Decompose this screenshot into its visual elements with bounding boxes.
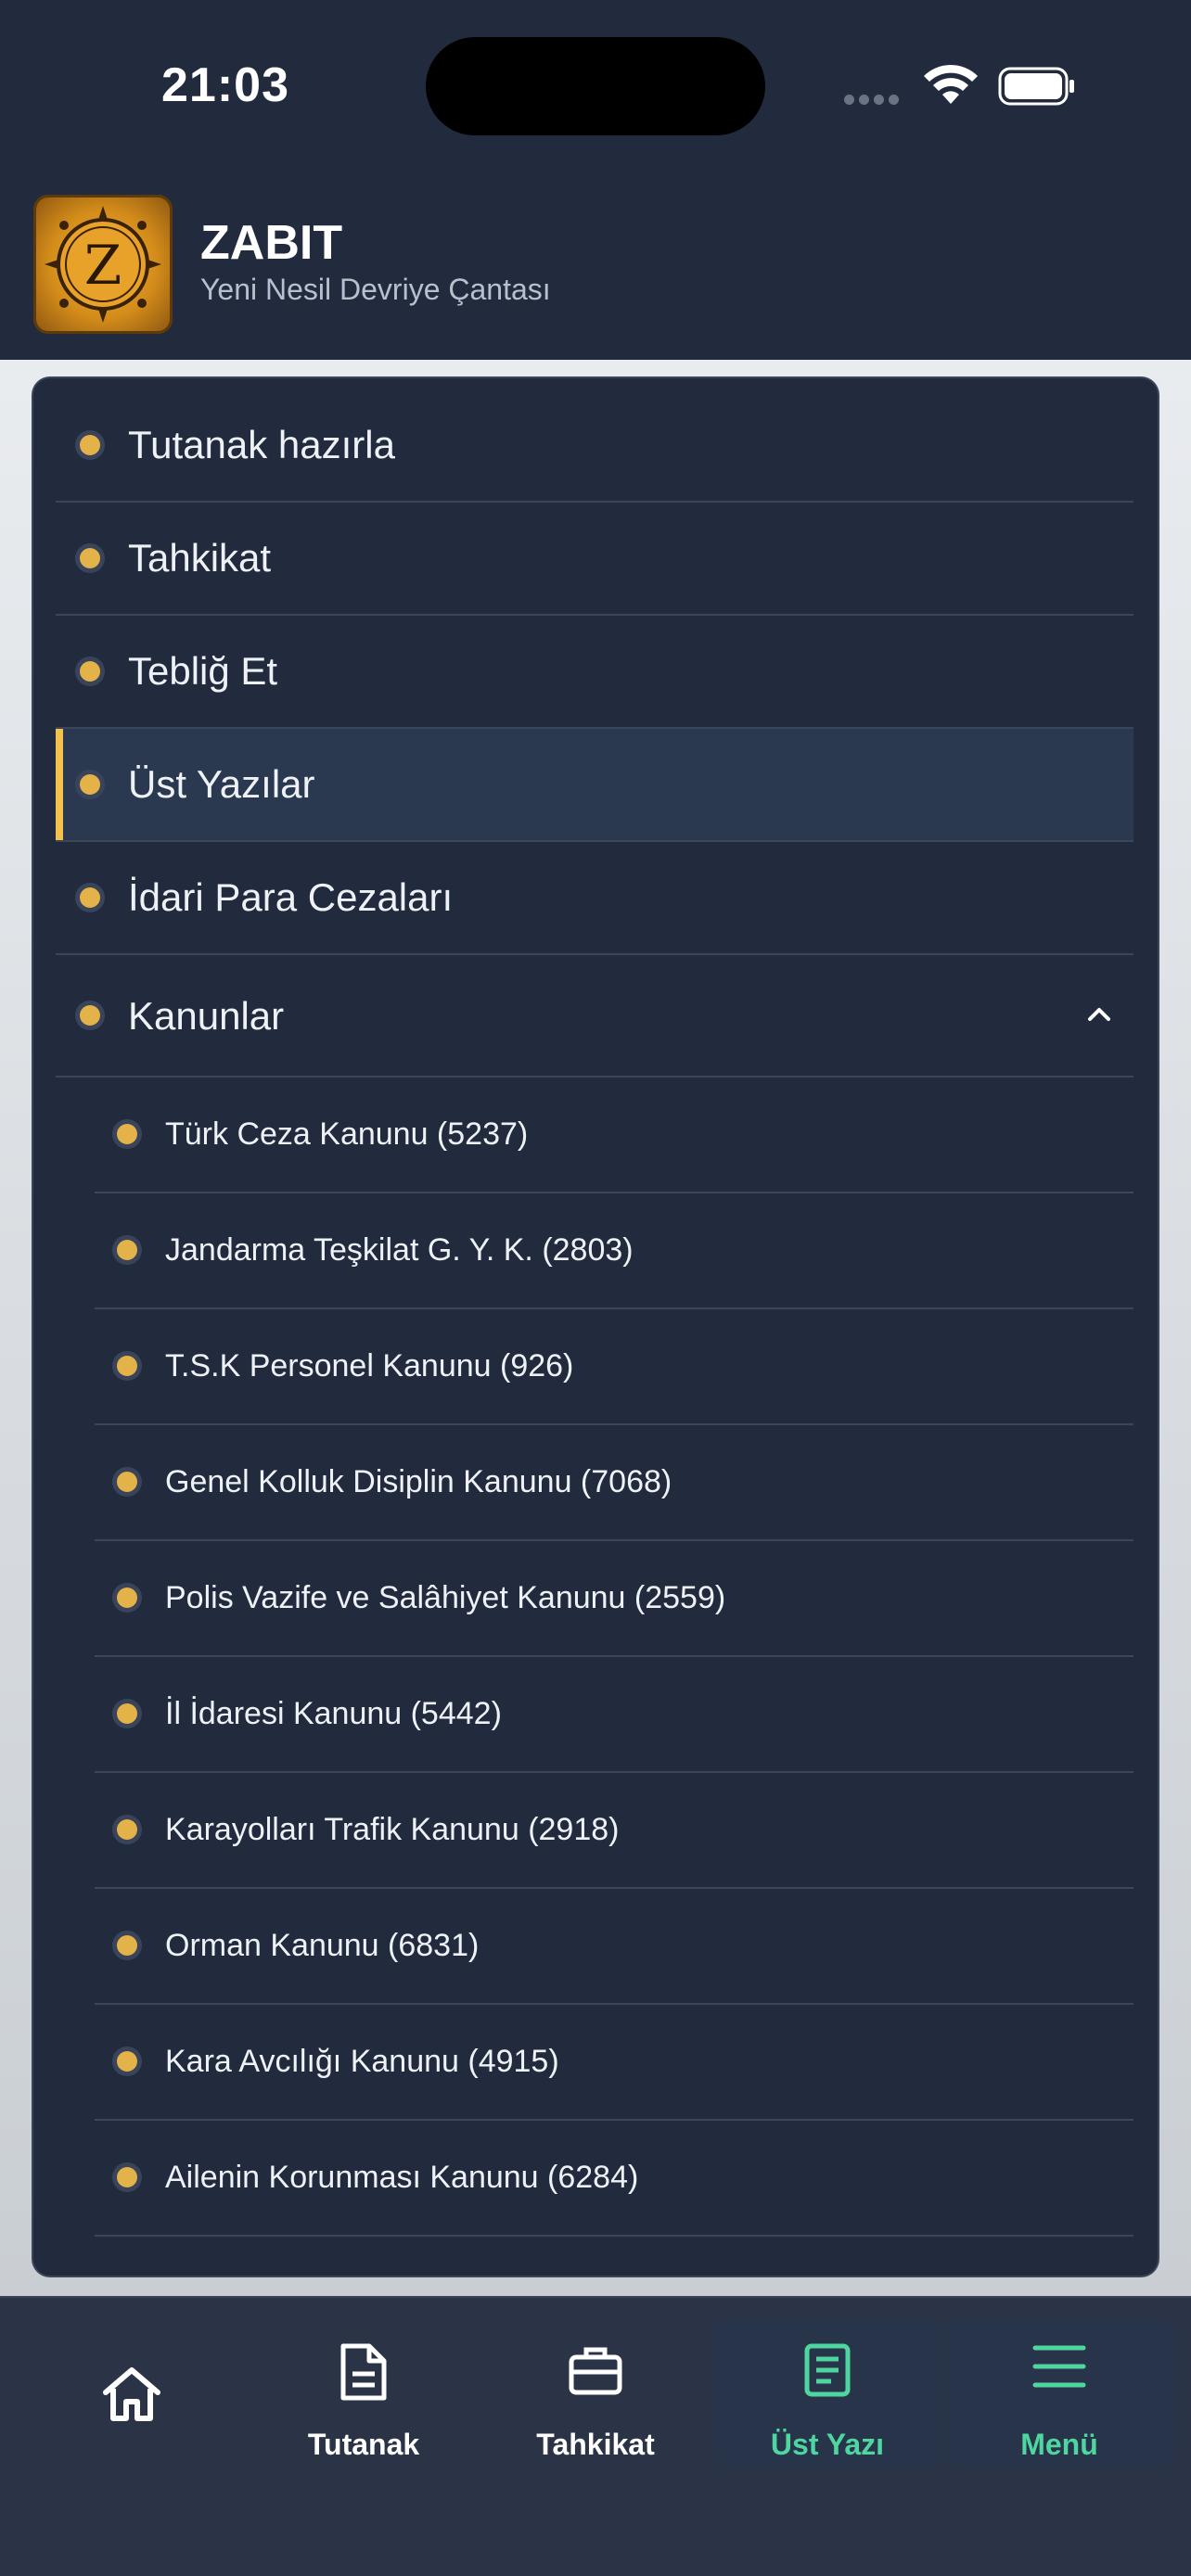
- law-item-label: Türk Ceza Kanunu (5237): [165, 1116, 529, 1152]
- nav-label: Tutanak: [307, 2428, 420, 2461]
- bullet-icon: [117, 1935, 137, 1956]
- chevron-up-icon[interactable]: [1087, 1001, 1111, 1026]
- law-item-label: Karayolları Trafik Kanunu (2918): [165, 1812, 620, 1847]
- bullet-icon: [117, 1240, 137, 1260]
- nav-ust-yazi[interactable]: Üst Yazı: [712, 2318, 942, 2467]
- note-icon: [804, 2343, 851, 2397]
- bullet-icon: [117, 2167, 137, 2187]
- menu-item-idari-para-cezalari[interactable]: İdari Para Cezaları: [56, 842, 1133, 955]
- law-item[interactable]: Ailenin Korunması Kanunu (6284): [95, 2121, 1133, 2237]
- hamburger-icon: [1032, 2345, 1086, 2388]
- app-logo: Z: [33, 195, 173, 334]
- menu-item-tahkikat[interactable]: Tahkikat: [56, 503, 1133, 616]
- bullet-icon: [117, 1819, 137, 1840]
- law-item[interactable]: T.S.K Personel Kanunu (926): [95, 1309, 1133, 1425]
- law-item[interactable]: Türk Ceza Kanunu (5237): [95, 1078, 1133, 1193]
- bullet-icon: [80, 435, 100, 455]
- menu-item-label: Tutanak hazırla: [128, 423, 395, 466]
- bullet-icon: [80, 887, 100, 908]
- law-item[interactable]: Polis Vazife ve Salâhiyet Kanunu (2559): [95, 1541, 1133, 1657]
- bullet-icon: [117, 1703, 137, 1724]
- law-item-label: Jandarma Teşkilat G. Y. K. (2803): [165, 1232, 634, 1268]
- law-item[interactable]: Genel Kolluk Disiplin Kanunu (7068): [95, 1425, 1133, 1541]
- law-item[interactable]: İl İdaresi Kanunu (5442): [95, 1657, 1133, 1773]
- menu-item-label: Tahkikat: [128, 536, 272, 580]
- law-item-label: Ailenin Korunması Kanunu (6284): [165, 2160, 639, 2195]
- nav-label: Üst Yazı: [770, 2428, 885, 2461]
- app-title: ZABIT: [200, 216, 343, 270]
- menu-item-ust-yazilar[interactable]: Üst Yazılar: [56, 729, 1133, 842]
- bullet-icon: [80, 661, 100, 682]
- bullet-icon: [117, 1356, 137, 1376]
- menu-item-label: Tebliğ Et: [128, 649, 278, 693]
- app-subtitle: Yeni Nesil Devriye Çantası: [200, 273, 551, 306]
- menu-item-tutanak[interactable]: Tutanak hazırla: [56, 389, 1133, 503]
- bullet-icon: [117, 1588, 137, 1608]
- nav-menu[interactable]: Menü: [944, 2318, 1174, 2467]
- nav-tahkikat[interactable]: Tahkikat: [480, 2318, 711, 2467]
- document-icon: [340, 2343, 387, 2401]
- bullet-icon: [117, 2051, 137, 2072]
- wifi-icon: [924, 64, 978, 104]
- menu-item-kanunlar[interactable]: Kanunlar: [56, 955, 1133, 1078]
- law-item-label: Orman Kanunu (6831): [165, 1928, 480, 1963]
- bottom-navigation: Tutanak Tahkikat Üst Yazı Menü: [0, 2298, 1191, 2576]
- law-item-label: Polis Vazife ve Salâhiyet Kanunu (2559): [165, 1580, 726, 1615]
- law-item[interactable]: Karayolları Trafik Kanunu (2918): [95, 1773, 1133, 1889]
- bullet-icon: [117, 1124, 137, 1144]
- law-item[interactable]: Orman Kanunu (6831): [95, 1889, 1133, 2005]
- menu-item-label: İdari Para Cezaları: [128, 875, 454, 919]
- law-item[interactable]: Jandarma Teşkilat G. Y. K. (2803): [95, 1193, 1133, 1309]
- bullet-icon: [80, 774, 100, 795]
- battery-icon: [998, 67, 1074, 106]
- nav-tutanak[interactable]: Tutanak: [249, 2318, 479, 2467]
- menu-item-teblig[interactable]: Tebliğ Et: [56, 616, 1133, 729]
- law-item-label: Kara Avcılığı Kanunu (4915): [165, 2044, 559, 2079]
- side-menu-panel: Tutanak hazırla Tahkikat Tebliğ Et Üst Y…: [33, 378, 1158, 2276]
- bullet-icon: [80, 548, 100, 568]
- nav-label: Menü: [1020, 2428, 1098, 2461]
- nav-home[interactable]: [17, 2318, 247, 2467]
- law-item[interactable]: Kara Avcılığı Kanunu (4915): [95, 2005, 1133, 2121]
- law-item-label: İl İdaresi Kanunu (5442): [165, 1696, 502, 1731]
- bullet-icon: [80, 1005, 100, 1026]
- bullet-icon: [117, 1472, 137, 1492]
- menu-item-label: Üst Yazılar: [128, 762, 315, 806]
- logo-letter: Z: [84, 234, 122, 297]
- law-item-label: Genel Kolluk Disiplin Kanunu (7068): [165, 1464, 672, 1499]
- nav-label: Tahkikat: [536, 2428, 655, 2461]
- menu-item-label: Kanunlar: [128, 994, 285, 1038]
- law-item-label: T.S.K Personel Kanunu (926): [165, 1348, 574, 1384]
- status-time: 21:03: [161, 58, 289, 112]
- dynamic-island: [426, 37, 765, 135]
- briefcase-icon: [569, 2347, 622, 2395]
- app-header: 21:03 Z ZABIT Yeni Nesil Devriye Çantası: [0, 0, 1191, 360]
- home-icon: [103, 2367, 160, 2421]
- cellular-signal-icon: [844, 93, 903, 109]
